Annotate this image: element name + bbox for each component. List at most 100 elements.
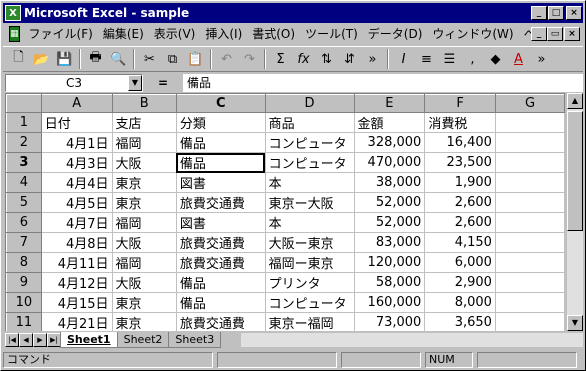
cell[interactable]: 備品 bbox=[176, 132, 266, 153]
cell[interactable]: 金額 bbox=[354, 112, 426, 133]
menu-item[interactable]: データ(D) bbox=[363, 25, 428, 43]
cell[interactable]: 4月15日 bbox=[41, 292, 113, 313]
more-buttons-icon[interactable]: » bbox=[361, 48, 384, 70]
cell[interactable]: 8,000 bbox=[424, 292, 496, 313]
sort-ascending-icon[interactable]: ⇅ bbox=[315, 48, 338, 70]
cell[interactable]: 大阪 bbox=[112, 152, 177, 173]
cell[interactable] bbox=[495, 132, 565, 153]
cut-icon[interactable]: ✂ bbox=[138, 48, 161, 70]
cell[interactable]: 東京 bbox=[112, 312, 177, 331]
column-header[interactable]: B bbox=[111, 94, 177, 113]
more-buttons-icon[interactable]: » bbox=[530, 48, 553, 70]
menu-item[interactable]: ツール(T) bbox=[300, 25, 363, 43]
scroll-down-icon[interactable]: ▼ bbox=[567, 315, 583, 331]
font-color-icon[interactable]: A bbox=[507, 48, 530, 70]
cell[interactable]: 16,400 bbox=[424, 132, 496, 153]
cell[interactable]: 4月4日 bbox=[41, 172, 113, 193]
column-header[interactable]: G bbox=[494, 94, 565, 113]
cell[interactable]: 6,000 bbox=[424, 252, 496, 273]
column-header[interactable]: D bbox=[264, 94, 355, 113]
cell[interactable] bbox=[495, 252, 565, 273]
cell[interactable]: 73,000 bbox=[354, 312, 426, 331]
cell[interactable] bbox=[495, 232, 565, 253]
menu-item[interactable]: ファイル(F) bbox=[24, 25, 98, 43]
row-header[interactable]: 7 bbox=[6, 232, 42, 253]
cell[interactable] bbox=[495, 272, 565, 293]
cell[interactable]: 4,150 bbox=[424, 232, 496, 253]
cell[interactable]: 大阪 bbox=[112, 272, 177, 293]
cell[interactable]: 4月1日 bbox=[41, 132, 113, 153]
autosum-icon[interactable]: Σ bbox=[269, 48, 292, 70]
horizontal-scrollbar[interactable] bbox=[241, 333, 583, 347]
cell-grid[interactable]: ABCDEFG 1 日付 支店 分類 商品 金額 消費税 2 4月1日 福岡 備品 コンピュータ 328… bbox=[6, 94, 565, 331]
column-header[interactable]: F bbox=[424, 94, 496, 113]
paste-icon[interactable]: 📋 bbox=[184, 48, 207, 70]
name-box[interactable]: C3 ▼ bbox=[5, 74, 143, 92]
cell[interactable]: 52,000 bbox=[354, 192, 426, 213]
doc-close-icon[interactable]: × bbox=[564, 27, 580, 41]
excel-app-icon[interactable]: X bbox=[5, 5, 21, 21]
cell[interactable]: 東京 bbox=[112, 192, 177, 213]
cell[interactable]: 大阪ー東京 bbox=[265, 232, 355, 253]
chevron-down-icon[interactable]: ▼ bbox=[128, 75, 142, 91]
cell[interactable] bbox=[495, 112, 565, 133]
cell[interactable]: 58,000 bbox=[354, 272, 426, 293]
align-center-icon[interactable]: ≡ bbox=[415, 48, 438, 70]
cell[interactable]: 4月11日 bbox=[41, 252, 113, 273]
cell[interactable]: 分類 bbox=[176, 112, 266, 133]
align-right-icon[interactable]: ☰ bbox=[438, 48, 461, 70]
select-all-corner[interactable] bbox=[6, 94, 42, 113]
menu-item[interactable]: 書式(O) bbox=[247, 25, 300, 43]
cell[interactable]: 図書 bbox=[176, 172, 266, 193]
scroll-up-icon[interactable]: ▲ bbox=[567, 93, 583, 109]
cell[interactable]: 4月8日 bbox=[41, 232, 113, 253]
vertical-scrollbar[interactable]: ▲ ▼ bbox=[567, 93, 583, 331]
cell[interactable] bbox=[495, 152, 565, 173]
cell[interactable]: 2,600 bbox=[424, 192, 496, 213]
next-sheet-icon[interactable]: ▶ bbox=[33, 333, 47, 347]
cell[interactable]: コンピュータ bbox=[265, 152, 355, 173]
cell[interactable]: コンピュータ bbox=[265, 292, 355, 313]
last-sheet-icon[interactable]: ▶| bbox=[47, 333, 61, 347]
sheet-tab[interactable]: Sheet2 bbox=[116, 332, 170, 348]
row-header[interactable]: 9 bbox=[6, 272, 42, 293]
row-header[interactable]: 3 bbox=[6, 152, 42, 173]
cell[interactable] bbox=[495, 192, 565, 213]
prev-sheet-icon[interactable]: ◀ bbox=[19, 333, 33, 347]
row-header[interactable]: 5 bbox=[6, 192, 42, 213]
row-header[interactable]: 8 bbox=[6, 252, 42, 273]
cell[interactable]: 328,000 bbox=[354, 132, 426, 153]
comma-style-icon[interactable]: , bbox=[461, 48, 484, 70]
sheet-tab[interactable]: Sheet3 bbox=[168, 332, 222, 348]
cell[interactable]: 商品 bbox=[265, 112, 355, 133]
redo-icon[interactable]: ↷ bbox=[238, 48, 261, 70]
cell[interactable]: 福岡 bbox=[112, 252, 177, 273]
column-header[interactable]: C bbox=[175, 94, 266, 113]
scroll-thumb[interactable] bbox=[567, 111, 583, 231]
minimize-icon[interactable]: _ bbox=[531, 6, 547, 20]
cell[interactable]: 160,000 bbox=[354, 292, 426, 313]
cell[interactable] bbox=[495, 312, 565, 331]
cell[interactable]: 4月12日 bbox=[41, 272, 113, 293]
row-header[interactable]: 2 bbox=[6, 132, 42, 153]
cell[interactable]: 福岡 bbox=[112, 132, 177, 153]
column-header[interactable]: A bbox=[40, 94, 113, 113]
cell[interactable]: 日付 bbox=[41, 112, 113, 133]
cell[interactable]: 旅費交通費 bbox=[176, 312, 266, 331]
print-preview-icon[interactable]: 🔍 bbox=[107, 48, 130, 70]
cell[interactable]: 大阪 bbox=[112, 232, 177, 253]
row-header[interactable]: 10 bbox=[6, 292, 42, 313]
first-sheet-icon[interactable]: |◀ bbox=[5, 333, 19, 347]
row-header[interactable]: 11 bbox=[6, 312, 42, 331]
cell[interactable]: 本 bbox=[265, 212, 355, 233]
worksheet-grid[interactable]: ABCDEFG 1 日付 支店 分類 商品 金額 消費税 2 4月1日 福岡 備品 コンピュータ 328… bbox=[5, 93, 565, 331]
cell[interactable]: 83,000 bbox=[354, 232, 426, 253]
close-icon[interactable]: × bbox=[566, 6, 582, 20]
formula-input[interactable]: 備品 bbox=[183, 74, 583, 92]
cell[interactable]: 2,600 bbox=[424, 212, 496, 233]
menu-item[interactable]: 挿入(I) bbox=[200, 25, 247, 43]
cell[interactable]: 備品 bbox=[176, 152, 266, 173]
cell[interactable]: 福岡ー東京 bbox=[265, 252, 355, 273]
cell[interactable]: 旅費交通費 bbox=[176, 192, 266, 213]
menu-item[interactable]: 編集(E) bbox=[98, 25, 149, 43]
